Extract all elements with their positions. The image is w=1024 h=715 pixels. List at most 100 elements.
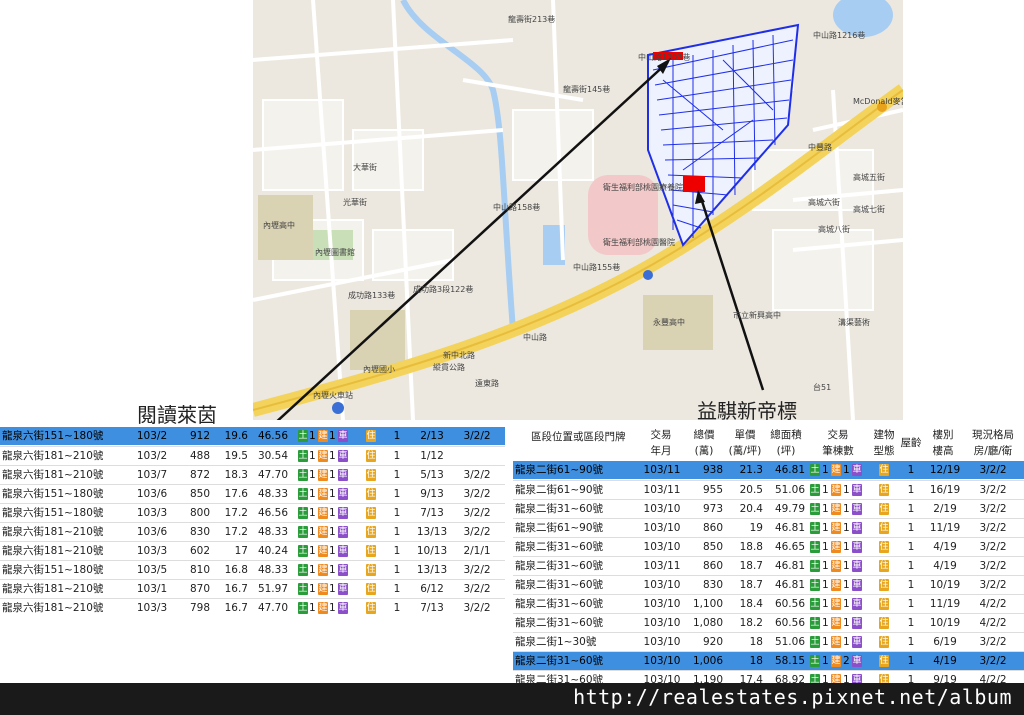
cell-floor: 11/19 — [929, 522, 961, 534]
cell-unit-price: 18.8 — [739, 541, 763, 553]
cell-area: 58.15 — [774, 655, 805, 667]
map-label: 中山路155巷 — [573, 262, 620, 272]
cell-date: 103/11 — [643, 484, 681, 496]
table-row[interactable]: 龍泉二街31~60號 103/11 860 18.7 46.81 土 1 建 1 車住 1 4/19 3… — [513, 556, 1024, 575]
cell-unit-price: 17.6 — [224, 488, 248, 500]
table-row[interactable]: 龍泉六街151~180號 103/6 850 17.6 48.33 土 1 建 1 車住 1 9/13… — [0, 484, 505, 503]
cell-age: 1 — [393, 430, 401, 442]
cell-layout: 3/2/2 — [463, 526, 491, 538]
table-row[interactable]: 龍泉二街61~90號 103/11 955 20.5 51.06 土 1 建 1 車住 1 16/19… — [513, 480, 1024, 499]
cell-total-price: 810 — [189, 564, 210, 576]
footer-bar: http://realestates.pixnet.net/album — [0, 683, 1024, 715]
cell-age: 1 — [907, 655, 915, 667]
map-label: 龍壽街145巷 — [563, 84, 610, 94]
land-badge-icon: 土 — [810, 464, 820, 476]
land-badge-icon: 土 — [810, 560, 820, 572]
map-label: 遠東路 — [475, 378, 499, 388]
table-row[interactable]: 龍泉六街151~180號 103/3 800 17.2 46.56 土 1 建 1 車住 1 7/13… — [0, 503, 505, 522]
cell-unit-price: 18 — [749, 655, 763, 667]
cell-count: 1 — [822, 636, 829, 648]
cell-date: 103/2 — [136, 430, 168, 442]
map-label: 大華街 — [353, 162, 377, 172]
cell-layout: 3/2/2 — [979, 636, 1007, 648]
cell-layout — [455, 447, 499, 465]
cell-layout: 3/2/2 — [463, 507, 491, 519]
cell-total-price: 973 — [702, 503, 723, 515]
residence-badge-icon: 住 — [879, 464, 889, 476]
cell-address: 龍泉二街31~60號 — [515, 579, 604, 591]
table-row[interactable]: 龍泉二街31~60號 103/10 1,100 18.4 60.56 土 1 建 1 車住 1 11/… — [513, 594, 1024, 613]
land-badge-icon: 土 — [810, 655, 820, 667]
cell-count: 1 — [822, 522, 829, 534]
building-badge-icon: 建 — [318, 488, 328, 500]
table-row[interactable]: 龍泉二街61~90號 103/11 938 21.3 46.81 土 1 建 1 車住 1 12/19… — [513, 461, 1024, 479]
cell-address: 龍泉二街31~60號 — [515, 560, 604, 572]
cell-floor: 1/12 — [420, 450, 444, 462]
cell-count: 1 — [329, 526, 336, 538]
car-badge-icon: 車 — [338, 430, 348, 442]
cell-date: 103/10 — [643, 541, 681, 553]
cell-address: 龍泉二街61~90號 — [515, 484, 604, 496]
table-row[interactable]: 龍泉六街151~180號 103/5 810 16.8 48.33 土 1 建 1 車住 1 13/1… — [0, 560, 505, 579]
cell-count: 1 — [843, 484, 850, 496]
cell-count: 1 — [822, 484, 829, 496]
table-row[interactable]: 龍泉六街181~210號 103/6 830 17.2 48.33 土 1 建 1 車住 1 13/1… — [0, 522, 505, 541]
cell-count: 2 — [843, 655, 850, 667]
cell-age: 1 — [907, 560, 915, 572]
table-row[interactable]: 龍泉二街31~60號 103/10 830 18.7 46.81 土 1 建 1 車住 1 10/19… — [513, 575, 1024, 594]
cell-unit-price: 18.2 — [739, 617, 763, 629]
residence-badge-icon: 住 — [879, 541, 889, 553]
cell-age: 1 — [393, 526, 401, 538]
residence-badge-icon: 住 — [366, 430, 376, 442]
cell-date: 103/3 — [136, 545, 168, 557]
cell-unit-price: 21.3 — [739, 464, 763, 476]
cell-date: 103/11 — [643, 560, 681, 572]
train-station-icon[interactable] — [332, 402, 344, 414]
table-row[interactable]: 龍泉二街31~60號 103/10 1,080 18.2 60.56 土 1 建 1 車住 1 10/… — [513, 613, 1024, 632]
map-label: 高城七街 — [853, 204, 885, 214]
cell-total-price: 1,080 — [692, 617, 723, 629]
table-row[interactable]: 龍泉六街181~210號 103/3 798 16.7 47.70 土 1 建 1 車住 1 7/13… — [0, 598, 505, 617]
table-row[interactable]: 龍泉二街1~30號 103/10 920 18 51.06 土 1 建 1 車住 1 6/19 3/2/… — [513, 632, 1024, 651]
table-row[interactable]: 龍泉六街181~210號 103/2 488 19.5 30.54 土 1 建 1 車住 1 1/12 — [0, 446, 505, 465]
header-floor: 樓別 樓高 — [932, 429, 954, 457]
land-badge-icon: 土 — [298, 564, 308, 576]
caption-left: 閱讀萊茵 — [137, 403, 217, 427]
land-badge-icon: 土 — [810, 636, 820, 648]
cell-total-price: 870 — [189, 583, 210, 595]
residence-badge-icon: 住 — [366, 564, 376, 576]
cell-date: 103/1 — [136, 583, 168, 595]
car-badge-icon: 車 — [338, 583, 348, 595]
cell-count: 1 — [822, 579, 829, 591]
land-badge-icon: 土 — [810, 484, 820, 496]
table-row[interactable]: 龍泉二街31~60號 103/10 850 18.8 46.65 土 1 建 1 車住 1 4/19 3… — [513, 537, 1024, 556]
table-row[interactable]: 龍泉六街181~210號 103/7 872 18.3 47.70 土 1 建 1 車住 1 5/13… — [0, 465, 505, 484]
table-row[interactable]: 龍泉二街31~60號 103/10 1,006 18 58.15 土 1 建 2 車住 1 4/19 3… — [513, 651, 1024, 670]
cell-count: 1 — [309, 450, 316, 462]
table-row[interactable]: 龍泉六街151~180號 103/2 912 19.6 46.56 土 1 建 1 車住 1 2/13… — [0, 427, 505, 445]
car-badge-icon: 車 — [338, 526, 348, 538]
table-row[interactable]: 龍泉二街31~60號 103/10 973 20.4 49.79 土 1 建 1 車住 1 2/19 3… — [513, 499, 1024, 518]
cell-area: 46.81 — [774, 522, 805, 534]
right-transaction-table: 區段位置或區段門牌 交易 年月 總價 (萬) 單價 (萬/坪) 總面積 (坪) 交易 筆棟… — [513, 425, 1024, 686]
cell-age: 1 — [907, 464, 915, 476]
cell-layout: 3/2/2 — [463, 430, 491, 442]
map-label: 光華街 — [343, 197, 367, 207]
table-row[interactable]: 龍泉六街181~210號 103/3 602 17 40.24 土 1 建 1 車住 1 10/13 2… — [0, 541, 505, 560]
cell-layout: 3/2/2 — [979, 560, 1007, 572]
cell-layout: 3/2/2 — [463, 564, 491, 576]
cell-age: 1 — [907, 484, 915, 496]
land-badge-icon: 土 — [810, 617, 820, 629]
cell-address: 龍泉二街31~60號 — [515, 655, 604, 667]
map-view[interactable]: 龍壽街213巷 中山路1216巷 中山路1203巷 龍壽街145巷 McDona… — [253, 0, 903, 420]
header-ym: 交易 年月 — [650, 429, 672, 457]
cell-date: 103/10 — [643, 617, 681, 629]
cell-total-price: 872 — [189, 469, 210, 481]
table-row[interactable]: 龍泉六街181~210號 103/1 870 16.7 51.97 土 1 建 1 車住 1 6/12… — [0, 579, 505, 598]
land-badge-icon: 土 — [298, 450, 308, 462]
building-badge-icon: 建 — [831, 560, 841, 572]
cell-count: 1 — [329, 450, 336, 462]
cell-total-price: 938 — [702, 464, 723, 476]
table-row[interactable]: 龍泉二街61~90號 103/10 860 19 46.81 土 1 建 1 車住 1 11/19 3/… — [513, 518, 1024, 537]
cell-address: 龍泉六街181~210號 — [2, 602, 104, 614]
